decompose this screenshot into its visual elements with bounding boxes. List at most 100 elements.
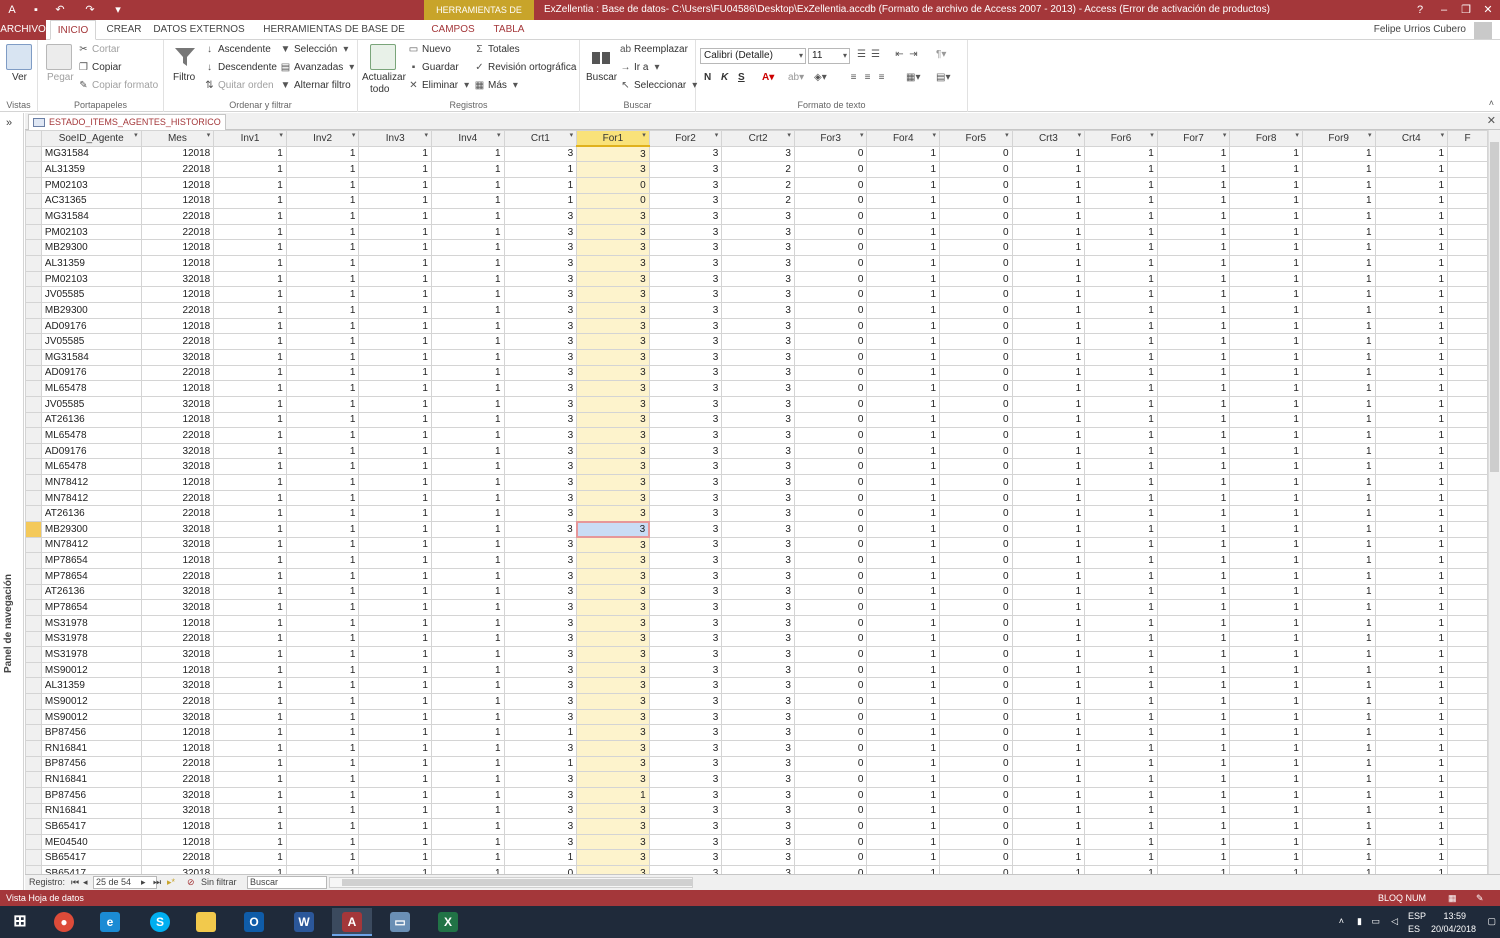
cell-for8[interactable]: 1 <box>1229 724 1303 741</box>
cut-button[interactable]: ✂ Cortar <box>78 44 120 55</box>
cell-crt2[interactable]: 3 <box>721 646 795 663</box>
cell-inv2[interactable]: 1 <box>285 865 360 874</box>
cell-inv3[interactable]: 1 <box>358 411 432 429</box>
cell-crt4[interactable]: 1 <box>1374 348 1449 366</box>
table-row[interactable]: BP87456 32018 1 1 1 1 3 1 3 3 0 1 0 1 1 1 1 1 1 <box>25 786 1488 804</box>
gridlines-icon[interactable]: ▦▾ <box>906 72 920 83</box>
cell-inv1[interactable]: 1 <box>213 317 287 335</box>
cell-for5[interactable]: 0 <box>939 395 1013 413</box>
cell-for1[interactable]: 3 <box>576 239 650 257</box>
cell-inv1[interactable]: 1 <box>213 865 287 874</box>
cell-inv1[interactable]: 1 <box>213 739 287 757</box>
cell-for4[interactable]: 1 <box>866 708 941 726</box>
row-selector[interactable] <box>25 239 42 257</box>
cell-crt3[interactable]: 1 <box>1011 599 1086 616</box>
cell-inv1[interactable]: 1 <box>213 536 287 554</box>
cell-inv1[interactable]: 1 <box>213 661 287 679</box>
cell-inv1[interactable]: 1 <box>213 786 287 804</box>
cell-for8[interactable]: 1 <box>1229 802 1303 820</box>
cell-for2[interactable]: 3 <box>648 677 723 695</box>
cell-for9[interactable]: 1 <box>1301 771 1376 788</box>
cell-for3[interactable]: 0 <box>793 521 868 538</box>
cell-inv1[interactable]: 1 <box>213 755 287 773</box>
cell-for9[interactable]: 1 <box>1301 286 1376 304</box>
cell-f[interactable] <box>1447 458 1488 476</box>
table-row[interactable]: ML65478 12018 1 1 1 1 3 3 3 3 0 1 0 1 1 1 1 1 1 <box>25 380 1488 397</box>
cell-for3[interactable]: 0 <box>793 583 868 601</box>
avatar[interactable] <box>1474 22 1492 39</box>
cell-crt2[interactable]: 3 <box>721 270 795 288</box>
cell-crt4[interactable]: 1 <box>1374 818 1449 835</box>
cell-inv4[interactable]: 1 <box>430 208 505 225</box>
cell-inv4[interactable]: 1 <box>430 474 505 491</box>
cell-for2[interactable]: 3 <box>648 161 723 178</box>
cell-crt1[interactable]: 1 <box>503 176 578 194</box>
cell-mes[interactable]: 22018 <box>140 849 215 867</box>
cell-f[interactable] <box>1447 865 1488 874</box>
cell-for1[interactable]: 3 <box>576 849 650 867</box>
cell-for5[interactable]: 0 <box>939 567 1013 585</box>
next-record-icon[interactable]: ▸ <box>141 875 146 890</box>
cell-for8[interactable]: 1 <box>1229 755 1303 773</box>
cell-inv2[interactable]: 1 <box>285 380 360 397</box>
cell-f[interactable] <box>1447 771 1488 788</box>
cell-for1[interactable]: 3 <box>576 536 650 554</box>
battery-icon[interactable]: ▭ <box>1371 916 1380 927</box>
cell-inv4[interactable]: 1 <box>430 599 505 616</box>
cell-for1[interactable]: 3 <box>576 833 650 851</box>
cell-mes[interactable]: 22018 <box>140 693 215 710</box>
cell-mes[interactable]: 12018 <box>140 239 215 257</box>
cell-for5[interactable]: 0 <box>939 286 1013 304</box>
cell-for5[interactable]: 0 <box>939 802 1013 820</box>
taskbar-access[interactable]: A <box>332 908 372 936</box>
cell-mes[interactable]: 12018 <box>140 192 215 210</box>
cell-f[interactable] <box>1447 411 1488 429</box>
cell-for3[interactable]: 0 <box>793 505 868 523</box>
cell-inv2[interactable]: 1 <box>285 739 360 757</box>
cell-f[interactable] <box>1447 474 1488 491</box>
cell-for4[interactable]: 1 <box>866 364 941 382</box>
cell-for1[interactable]: 3 <box>576 458 650 476</box>
cell-f[interactable] <box>1447 348 1488 366</box>
cell-inv3[interactable]: 1 <box>358 348 432 366</box>
cell-crt2[interactable]: 3 <box>721 630 795 648</box>
fill-color-icon[interactable]: ◈▾ <box>814 72 827 83</box>
cell-crt4[interactable]: 1 <box>1374 567 1449 585</box>
cell-mes[interactable]: 32018 <box>140 270 215 288</box>
cell-for2[interactable]: 3 <box>648 286 723 304</box>
cell-crt4[interactable]: 1 <box>1374 442 1449 460</box>
cell-mes[interactable]: 32018 <box>140 458 215 476</box>
tab-datos-externos[interactable]: DATOS EXTERNOS <box>152 20 246 40</box>
cell-inv3[interactable]: 1 <box>358 614 432 632</box>
cell-inv4[interactable]: 1 <box>430 708 505 726</box>
cell-for7[interactable]: 1 <box>1156 411 1231 429</box>
cell-for6[interactable]: 1 <box>1084 677 1158 695</box>
row-selector[interactable] <box>25 286 42 304</box>
column-header-for6[interactable]: For6 ▾ <box>1084 130 1158 147</box>
table-row[interactable]: ML65478 22018 1 1 1 1 3 3 3 3 0 1 0 1 1 1 1 1 1 <box>25 427 1488 444</box>
cell-for3[interactable]: 0 <box>793 286 868 304</box>
cell-inv4[interactable]: 1 <box>430 833 505 851</box>
cell-for6[interactable]: 1 <box>1084 364 1158 382</box>
cell-for1[interactable]: 3 <box>576 411 650 429</box>
cell-inv4[interactable]: 1 <box>430 786 505 804</box>
copy-button[interactable]: ❐ Copiar <box>78 62 121 73</box>
cell-for3[interactable]: 0 <box>793 599 868 616</box>
cell-for9[interactable]: 1 <box>1301 270 1376 288</box>
design-view-icon[interactable]: ✎ <box>1476 890 1484 906</box>
cell-crt3[interactable]: 1 <box>1011 505 1086 523</box>
cell-for2[interactable]: 3 <box>648 364 723 382</box>
undo-icon[interactable]: ↶ <box>52 2 68 18</box>
cell-inv3[interactable]: 1 <box>358 380 432 397</box>
row-selector[interactable] <box>25 176 42 194</box>
cell-crt1[interactable]: 3 <box>503 599 578 616</box>
navigation-pane[interactable]: » Panel de navegación <box>0 113 24 890</box>
cell-for8[interactable]: 1 <box>1229 693 1303 710</box>
cell-for5[interactable]: 0 <box>939 693 1013 710</box>
cell-for2[interactable]: 3 <box>648 646 723 663</box>
cell-inv2[interactable]: 1 <box>285 395 360 413</box>
customize-qat-icon[interactable]: ▾ <box>110 2 126 18</box>
cell-for9[interactable]: 1 <box>1301 317 1376 335</box>
cell-crt1[interactable]: 3 <box>503 286 578 304</box>
cell-for2[interactable]: 3 <box>648 458 723 476</box>
